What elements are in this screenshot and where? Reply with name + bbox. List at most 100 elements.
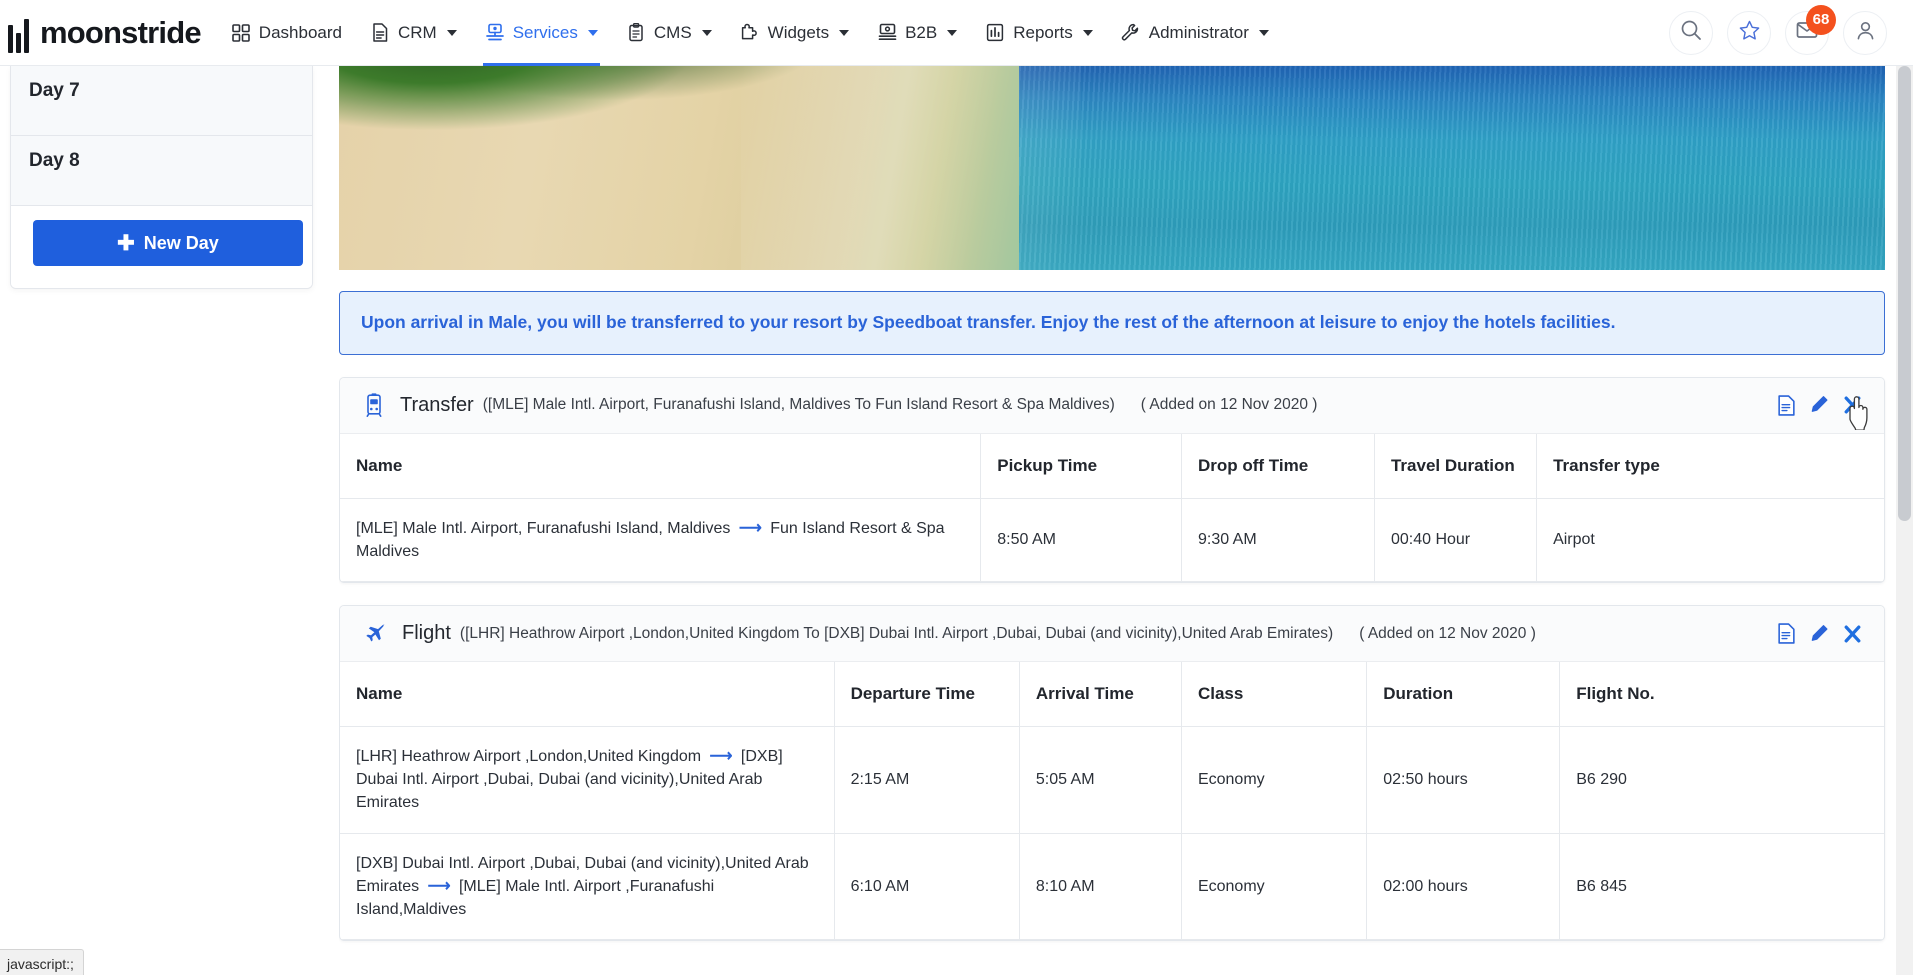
column-header-class: Class: [1180, 662, 1368, 727]
flight-table: Name Departure Time Arrival Time Class D…: [340, 662, 1884, 941]
flight-number: B6 290: [1559, 726, 1884, 834]
messages-button[interactable]: 68: [1785, 4, 1836, 55]
flight-route-cell: [LHR] Heathrow Airport ,London,United Ki…: [340, 726, 835, 834]
column-header-travel-duration: Travel Duration: [1373, 433, 1538, 499]
arrow-right-icon: ⟶: [738, 519, 762, 537]
transfer-card-title: Transfer: [400, 393, 474, 416]
itinerary-note-text: Upon arrival in Male, you will be transf…: [361, 312, 1616, 332]
search-icon: [1680, 19, 1702, 46]
table-row: [DXB] Dubai Intl. Airport ,Dubai, Dubai …: [340, 832, 1884, 941]
edit-pencil-icon[interactable]: [1810, 624, 1829, 644]
flight-arrival-time: 5:05 AM: [1018, 726, 1182, 834]
itinerary-days-sidebar: Day 7 Day 8 ✚ New Day: [10, 66, 313, 289]
new-day-button[interactable]: ✚ New Day: [33, 220, 303, 266]
chevron-down-icon: [1082, 29, 1093, 36]
transfer-card-subtitle: ([MLE] Male Intl. Airport, Furanafushi I…: [482, 396, 1115, 414]
day-label: Day 7: [29, 80, 80, 101]
page-scrollbar-thumb[interactable]: [1898, 66, 1911, 521]
transfer-dropoff-time: 9:30 AM: [1180, 497, 1375, 582]
nav-item-services[interactable]: Services: [471, 0, 612, 66]
column-header-duration: Duration: [1366, 662, 1561, 727]
destination-hero-image: [339, 66, 1885, 270]
nav-item-b2b[interactable]: B2B: [863, 0, 971, 66]
user-icon: [1854, 19, 1877, 47]
arrow-right-icon: ⟶: [427, 877, 451, 895]
bar-chart-icon: [985, 23, 1005, 43]
flight-duration: 02:50 hours: [1366, 726, 1561, 834]
itinerary-note-banner: Upon arrival in Male, you will be transf…: [339, 291, 1885, 355]
column-header-dropoff-time: Drop off Time: [1180, 433, 1375, 499]
nav-item-reports[interactable]: Reports: [971, 0, 1107, 66]
transfer-card-header: Transfer ([MLE] Male Intl. Airport, Fura…: [340, 377, 1884, 434]
nav-item-crm[interactable]: CRM: [356, 0, 471, 66]
delete-close-icon[interactable]: [1843, 395, 1862, 415]
chevron-down-icon: [587, 29, 598, 36]
voucher-icon[interactable]: [1777, 623, 1796, 644]
transfer-table: Name Pickup Time Drop off Time Travel Du…: [340, 433, 1884, 582]
table-row: [MLE] Male Intl. Airport, Furanafushi Is…: [340, 497, 1884, 582]
flight-card-added-date: ( Added on 12 Nov 2020 ): [1359, 624, 1536, 642]
puzzle-icon: [740, 23, 760, 43]
transfer-service-card: Transfer ([MLE] Male Intl. Airport, Fura…: [339, 376, 1885, 583]
delete-close-icon[interactable]: [1843, 624, 1862, 644]
shoreline-foam: [740, 66, 1082, 270]
star-icon: [1738, 19, 1761, 47]
nav-item-label: Reports: [1013, 22, 1073, 42]
transfer-card-added-date: ( Added on 12 Nov 2020 ): [1140, 396, 1318, 414]
flight-number: B6 845: [1559, 832, 1884, 941]
nav-item-label: Dashboard: [258, 22, 342, 42]
profile-button[interactable]: [1843, 10, 1887, 55]
arrow-right-icon: ⟶: [709, 748, 733, 765]
wrench-icon: [1121, 23, 1141, 43]
column-header-name: Name: [340, 662, 835, 727]
transfer-pickup-time: 8:50 AM: [980, 497, 1182, 582]
transfer-travel-duration: 00:40 Hour: [1373, 497, 1538, 582]
column-header-departure-time: Departure Time: [833, 662, 1020, 727]
page-scrollbar[interactable]: [1896, 66, 1913, 975]
flight-card-subtitle: ([LHR] Heathrow Airport ,London,United K…: [459, 624, 1334, 642]
document-icon: [370, 23, 390, 43]
table-row: [LHR] Heathrow Airport ,London,United Ki…: [340, 726, 1884, 834]
nav-item-widgets[interactable]: Widgets: [726, 0, 863, 66]
flight-departure-time: 6:10 AM: [833, 832, 1020, 941]
brand-logo[interactable]: moonstride: [8, 0, 202, 65]
flight-class: Economy: [1180, 726, 1368, 834]
column-header-transfer-type: Transfer type: [1536, 433, 1884, 499]
chevron-down-icon: [839, 29, 850, 36]
airplane-icon: [362, 621, 388, 646]
sidebar-item-day-8[interactable]: Day 8: [11, 136, 312, 206]
chevron-down-icon: [1258, 29, 1269, 36]
b2b-icon: [877, 23, 897, 43]
edit-pencil-icon[interactable]: [1810, 395, 1829, 415]
transfer-type: Airpot: [1536, 497, 1884, 582]
column-header-arrival-time: Arrival Time: [1018, 662, 1182, 727]
nav-item-dashboard[interactable]: Dashboard: [217, 0, 356, 66]
ocean-region: [1019, 66, 1885, 270]
flight-route-cell: [DXB] Dubai Intl. Airport ,Dubai, Dubai …: [340, 832, 835, 941]
chevron-down-icon: [446, 29, 457, 36]
new-day-container: ✚ New Day: [11, 206, 312, 288]
nav-right-actions: 68: [1669, 4, 1887, 55]
services-icon: [485, 23, 505, 43]
nav-item-cms[interactable]: CMS: [612, 0, 726, 66]
column-header-pickup-time: Pickup Time: [980, 433, 1182, 499]
sidebar-item-day-7[interactable]: Day 7: [11, 66, 312, 136]
chevron-down-icon: [701, 29, 712, 36]
nav-item-label: B2B: [905, 22, 938, 42]
flight-arrival-time: 8:10 AM: [1018, 832, 1182, 941]
nav-item-label: Widgets: [767, 22, 830, 42]
transfer-route-cell: [MLE] Male Intl. Airport, Furanafushi Is…: [340, 497, 982, 582]
voucher-icon[interactable]: [1777, 394, 1796, 416]
search-button[interactable]: [1669, 10, 1713, 55]
plus-icon: ✚: [117, 231, 135, 255]
favorites-button[interactable]: [1727, 10, 1771, 55]
status-bar-text: javascript:;: [7, 956, 74, 972]
top-navigation-bar: moonstride Dashboard CRM Services CMS Wi…: [0, 0, 1913, 66]
column-header-name: Name: [340, 433, 982, 499]
chevron-down-icon: [947, 29, 958, 36]
flight-card-header: Flight ([LHR] Heathrow Airport ,London,U…: [340, 606, 1884, 662]
flight-departure-time: 2:15 AM: [833, 726, 1020, 834]
nav-item-administrator[interactable]: Administrator: [1107, 0, 1283, 66]
message-count-badge: 68: [1806, 4, 1836, 35]
logo-mark-icon: [8, 13, 32, 53]
